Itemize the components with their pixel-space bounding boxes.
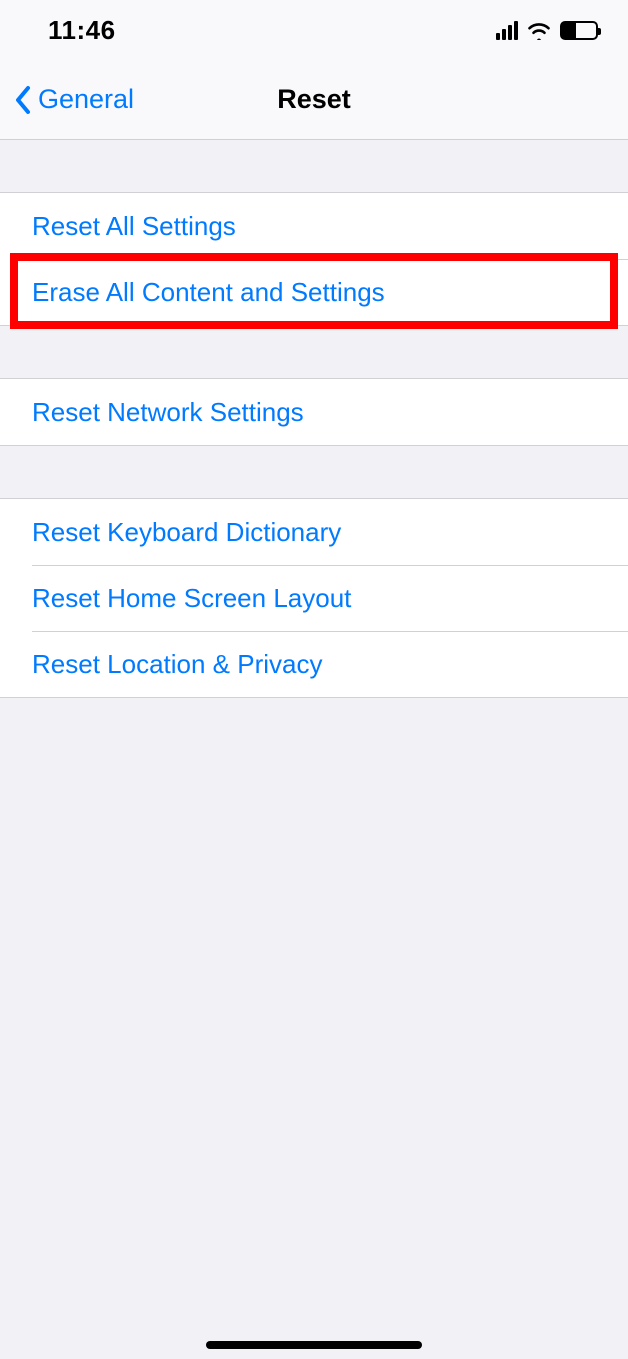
page-title: Reset [277,84,351,115]
chevron-left-icon [14,85,34,115]
nav-bar: General Reset [0,60,628,140]
status-icons [496,20,598,40]
section-2: Reset Network Settings [0,378,628,446]
row-label: Reset Location & Privacy [32,649,322,680]
row-reset-location-privacy[interactable]: Reset Location & Privacy [0,631,628,697]
row-reset-home-screen-layout[interactable]: Reset Home Screen Layout [0,565,628,631]
row-label: Reset Network Settings [32,397,304,428]
section-gap [0,326,628,378]
row-label: Reset All Settings [32,211,236,242]
row-label: Reset Keyboard Dictionary [32,517,341,548]
section-gap [0,446,628,498]
row-label: Erase All Content and Settings [32,277,385,308]
row-erase-all-content[interactable]: Erase All Content and Settings [0,259,628,325]
wifi-icon [526,20,552,40]
status-bar: 11:46 [0,0,628,60]
row-label: Reset Home Screen Layout [32,583,351,614]
cell-signal-icon [496,20,518,40]
back-label: General [38,84,134,115]
row-reset-keyboard-dictionary[interactable]: Reset Keyboard Dictionary [0,499,628,565]
row-reset-network-settings[interactable]: Reset Network Settings [0,379,628,445]
section-1: Reset All Settings Erase All Content and… [0,192,628,326]
home-indicator [206,1341,422,1349]
row-reset-all-settings[interactable]: Reset All Settings [0,193,628,259]
section-3: Reset Keyboard Dictionary Reset Home Scr… [0,498,628,698]
battery-icon [560,21,598,40]
back-button[interactable]: General [14,84,134,115]
status-time: 11:46 [48,15,116,46]
